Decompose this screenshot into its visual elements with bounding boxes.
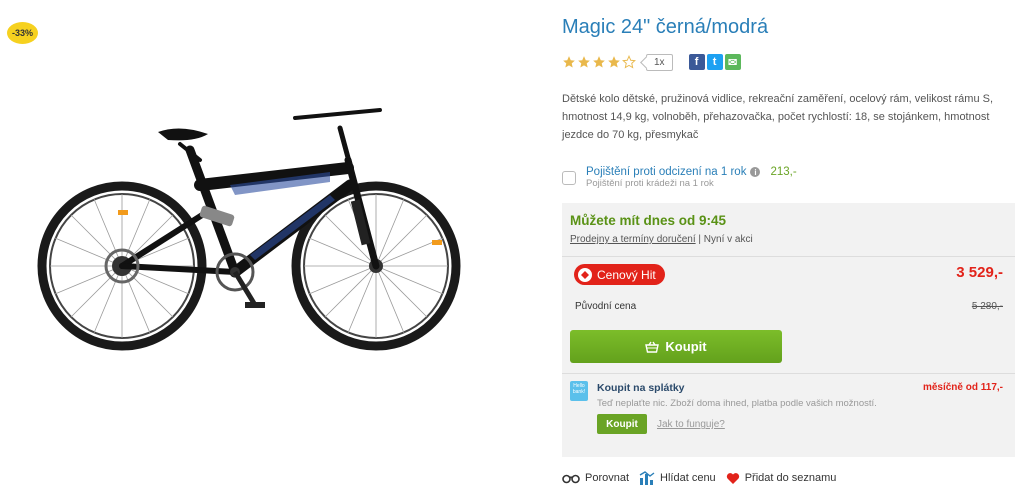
availability-separator: | bbox=[695, 234, 704, 245]
star-full-icon bbox=[563, 56, 575, 68]
product-title: Magic 24" černá/modrá bbox=[562, 16, 769, 38]
insurance-sublabel: Pojištění proti krádeži na 1 rok bbox=[586, 178, 714, 189]
price-hit-label: Cenový Hit bbox=[597, 267, 656, 282]
wishlist-action[interactable]: Přidat do seznamu bbox=[726, 472, 837, 485]
basket-icon bbox=[645, 341, 660, 353]
star-rating[interactable] bbox=[562, 55, 636, 69]
installment-monthly: měsíčně od 117,- bbox=[922, 382, 1003, 393]
star-full-icon bbox=[608, 56, 620, 68]
compare-label: Porovnat bbox=[585, 472, 630, 484]
product-detail: Magic 24" černá/modrá 1x f t ✉ Dětské ko… bbox=[562, 0, 1015, 488]
divider bbox=[562, 256, 1015, 257]
compare-action[interactable]: Porovnat bbox=[562, 472, 629, 484]
buy-button[interactable]: Koupit bbox=[570, 330, 782, 363]
compare-icon bbox=[562, 474, 580, 484]
divider bbox=[562, 373, 1015, 374]
watch-price-action[interactable]: Hlídat cenu bbox=[639, 471, 716, 485]
hit-icon bbox=[578, 267, 592, 282]
insurance-option: Pojištění proti odcizení na 1 rok i 213,… bbox=[562, 166, 797, 189]
availability-title: Můžete mít dnes od 9:45 bbox=[570, 213, 727, 228]
installment-buy-button[interactable]: Koupit bbox=[597, 414, 647, 434]
watch-price-label: Hlídat cenu bbox=[660, 472, 716, 484]
stores-delivery-link[interactable]: Prodejny a termíny doručení bbox=[570, 234, 696, 245]
facebook-icon[interactable]: f bbox=[688, 54, 705, 70]
insurance-checkbox[interactable] bbox=[562, 171, 576, 185]
bank-logo: Hello bank! bbox=[570, 381, 588, 401]
how-it-works-link[interactable]: Jak to funguje? bbox=[657, 419, 725, 430]
price-hit-badge: Cenový Hit bbox=[574, 264, 665, 285]
star-full-icon bbox=[593, 56, 605, 68]
availability-links: Prodejny a termíny doručení | Nyní v akc… bbox=[570, 234, 753, 245]
rating-row: 1x f t ✉ bbox=[562, 52, 741, 72]
wishlist-label: Přidat do seznamu bbox=[744, 472, 837, 484]
current-price: 3 529,- bbox=[956, 264, 1003, 281]
share-buttons: f t ✉ bbox=[688, 54, 741, 70]
star-empty-icon bbox=[622, 55, 636, 69]
installment-title: Koupit na splátky bbox=[597, 382, 685, 394]
twitter-icon[interactable]: t bbox=[706, 54, 723, 70]
star-full-icon bbox=[578, 56, 590, 68]
review-count[interactable]: 1x bbox=[646, 53, 673, 71]
chart-icon bbox=[639, 471, 655, 485]
product-actions: Porovnat Hlídat cenu Přidat do seznamu bbox=[562, 471, 846, 485]
original-price: 5 280,- bbox=[971, 301, 1003, 312]
discount-badge: -33% bbox=[7, 22, 38, 44]
buy-button-label: Koupit bbox=[665, 339, 707, 354]
info-icon[interactable]: i bbox=[750, 167, 761, 177]
promo-note: Nyní v akci bbox=[703, 234, 753, 245]
buy-box: Můžete mít dnes od 9:45 Prodejny a termí… bbox=[562, 203, 1015, 457]
insurance-price: 213,- bbox=[770, 166, 797, 178]
product-gallery: -33% bbox=[0, 0, 545, 488]
insurance-label[interactable]: Pojištění proti odcizení na 1 rok bbox=[586, 166, 746, 178]
email-icon[interactable]: ✉ bbox=[724, 54, 741, 70]
installment-description: Teď neplaťte nic. Zboží doma ihned, plat… bbox=[597, 398, 877, 409]
product-image[interactable] bbox=[30, 90, 480, 360]
original-price-label: Původní cena bbox=[575, 301, 637, 312]
heart-icon bbox=[726, 472, 739, 484]
product-description: Dětské kolo dětské, pružinová vidlice, r… bbox=[562, 93, 994, 141]
